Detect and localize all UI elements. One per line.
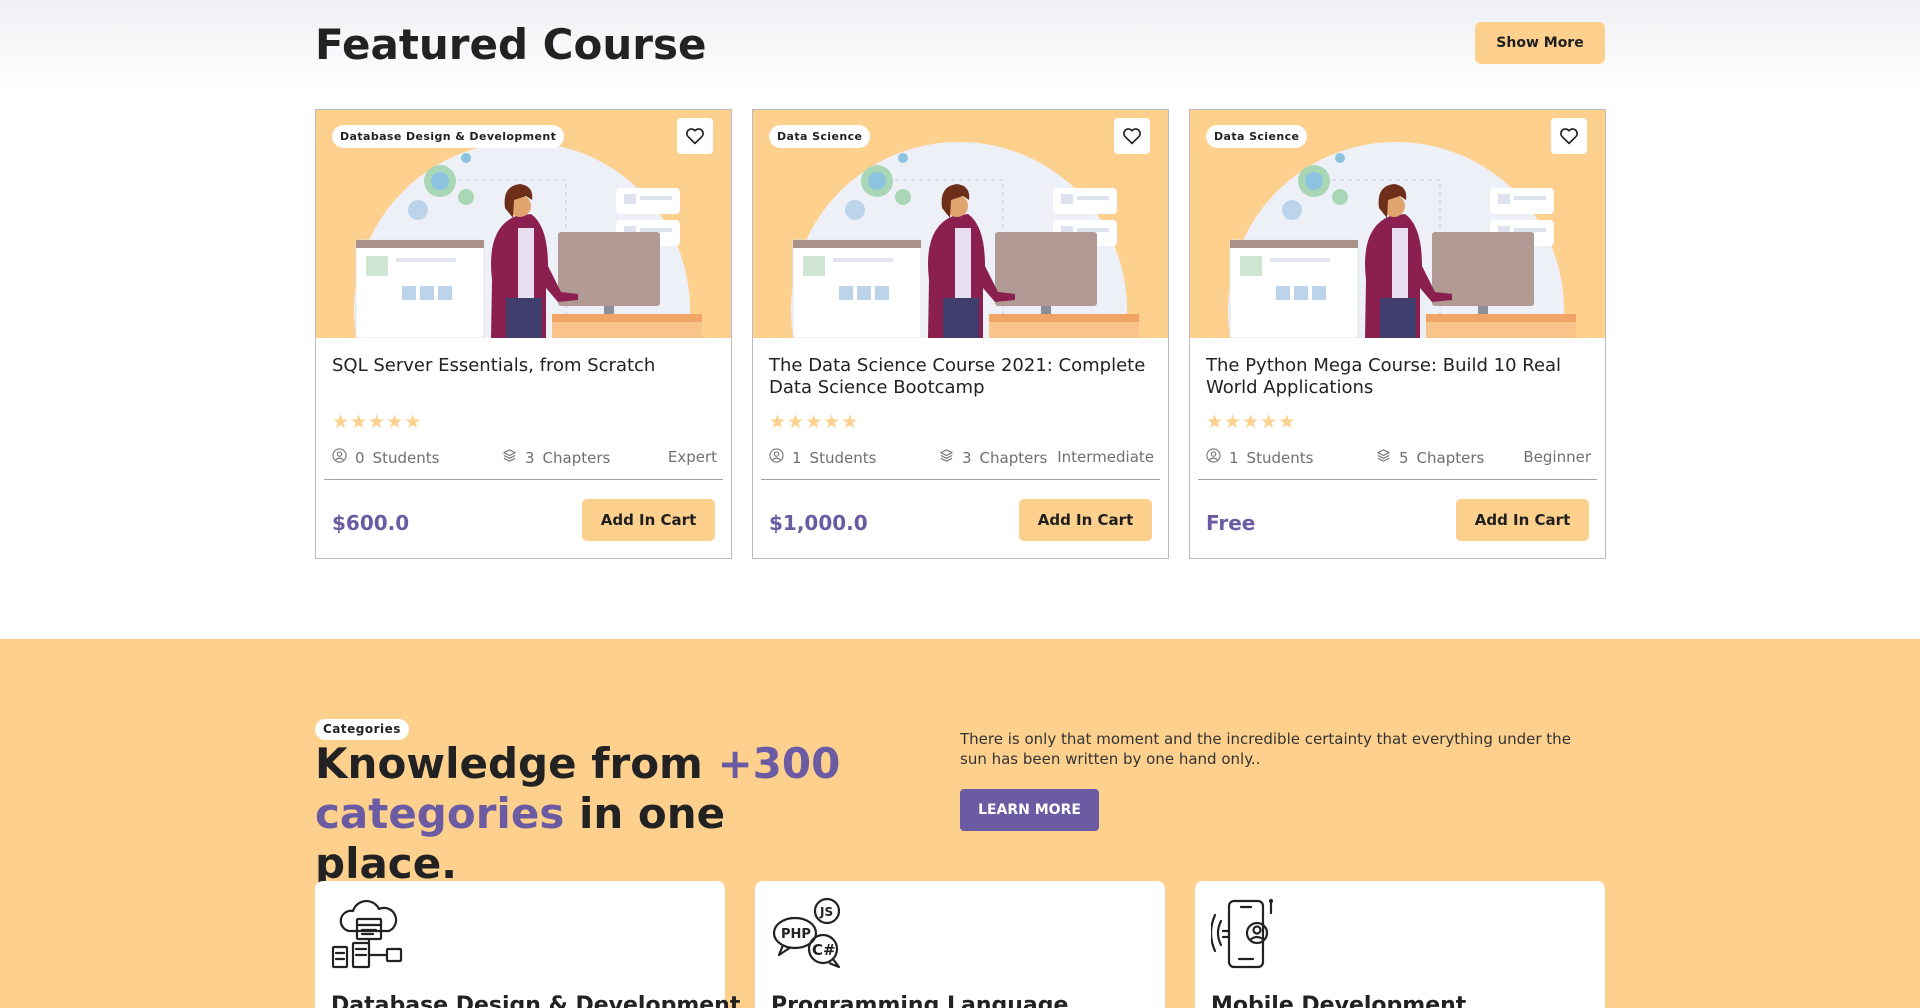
course-price: $600.0 <box>332 511 410 535</box>
students-count: 1 <box>792 448 802 467</box>
featured-header: Featured Course Show More <box>315 14 1605 74</box>
chapters-label: Chapters <box>1416 448 1485 467</box>
star-icon: ★ <box>805 411 823 433</box>
category-label[interactable]: Database Design & Development <box>331 993 740 1008</box>
course-meta: 0 Students 3 Chapters Expert <box>332 448 717 468</box>
star-icon: ★ <box>332 411 350 433</box>
category-card[interactable]: Database Design & Development <box>315 881 740 1008</box>
students-label: Students <box>372 448 440 467</box>
add-to-cart-button[interactable]: Add In Cart <box>1456 499 1589 541</box>
course-cards: Database Design & Development SQL Server… <box>315 109 1606 559</box>
course-card[interactable]: Data Science The Data Science Course 202… <box>752 109 1169 559</box>
star-icon: ★ <box>769 411 787 433</box>
card-divider <box>324 479 723 480</box>
rating-stars: ★ ★ ★ ★ ★ <box>332 412 421 432</box>
star-icon: ★ <box>404 411 422 433</box>
chapters-label: Chapters <box>542 448 611 467</box>
star-icon: ★ <box>1278 411 1296 433</box>
wishlist-heart-icon[interactable] <box>1114 118 1150 154</box>
chapters-count: 5 <box>1399 448 1409 467</box>
students-count: 1 <box>1229 448 1239 467</box>
show-more-button[interactable]: Show More <box>1475 22 1605 64</box>
course-meta: 1 Students 3 Chapters Intermediate <box>769 448 1154 468</box>
add-to-cart-button[interactable]: Add In Cart <box>1019 499 1152 541</box>
rating-stars: ★ ★ ★ ★ ★ <box>1206 412 1295 432</box>
star-icon: ★ <box>823 411 841 433</box>
categories-pill: Categories <box>315 719 409 740</box>
chapters-icon <box>1376 448 1391 467</box>
title-accent: +300 <box>717 739 841 788</box>
star-icon: ★ <box>368 411 386 433</box>
category-label[interactable]: Programming Language <box>771 993 1068 1008</box>
category-card[interactable]: JS PHP C# Programming Language <box>755 881 1165 1008</box>
star-icon: ★ <box>386 411 404 433</box>
add-to-cart-button[interactable]: Add In Cart <box>582 499 715 541</box>
svg-text:C#: C# <box>812 941 836 959</box>
student-icon <box>1206 448 1221 467</box>
wishlist-heart-icon[interactable] <box>677 118 713 154</box>
course-price: Free <box>1206 511 1256 535</box>
rating-stars: ★ ★ ★ ★ ★ <box>769 412 858 432</box>
course-level: Expert <box>667 448 717 466</box>
card-divider <box>1198 479 1597 480</box>
student-icon <box>332 448 347 467</box>
wishlist-heart-icon[interactable] <box>1551 118 1587 154</box>
chapters-label: Chapters <box>979 448 1048 467</box>
course-level: Beginner <box>1523 448 1591 466</box>
students-count: 0 <box>355 448 365 467</box>
course-price: $1,000.0 <box>769 511 868 535</box>
star-icon: ★ <box>1224 411 1242 433</box>
course-category-tag[interactable]: Data Science <box>769 125 871 148</box>
course-category-tag[interactable]: Database Design & Development <box>332 125 565 148</box>
star-icon: ★ <box>1242 411 1260 433</box>
course-title[interactable]: The Python Mega Course: Build 10 Real Wo… <box>1206 355 1591 399</box>
svg-text:PHP: PHP <box>781 927 811 942</box>
course-category-tag[interactable]: Data Science <box>1206 125 1308 148</box>
star-icon: ★ <box>1260 411 1278 433</box>
chapters-icon <box>502 448 517 467</box>
course-card[interactable]: Data Science The Python Mega Course: Bui… <box>1189 109 1606 559</box>
categories-description: There is only that moment and the incred… <box>960 730 1571 768</box>
category-label[interactable]: Mobile Development <box>1211 993 1466 1008</box>
section-title: Featured Course <box>315 20 707 69</box>
chapters-count: 3 <box>525 448 535 467</box>
chapters-count: 3 <box>962 448 972 467</box>
categories-section: Categories Knowledge from +300 categorie… <box>0 639 1920 1008</box>
students-label: Students <box>1246 448 1314 467</box>
svg-text:JS: JS <box>819 905 833 919</box>
star-icon: ★ <box>787 411 805 433</box>
categories-title: Knowledge from +300 categories in one pl… <box>315 739 875 889</box>
star-icon: ★ <box>1206 411 1224 433</box>
course-meta: 1 Students 5 Chapters Beginner <box>1206 448 1591 468</box>
category-card[interactable]: Mobile Development <box>1195 881 1605 1008</box>
course-card[interactable]: Database Design & Development SQL Server… <box>315 109 732 559</box>
course-title[interactable]: SQL Server Essentials, from Scratch <box>332 355 717 377</box>
star-icon: ★ <box>350 411 368 433</box>
students-label: Students <box>809 448 877 467</box>
title-accent: categories <box>315 789 565 838</box>
card-divider <box>761 479 1160 480</box>
course-level: Intermediate <box>1057 448 1154 466</box>
learn-more-button[interactable]: LEARN MORE <box>960 789 1099 831</box>
title-text: Knowledge from <box>315 739 718 788</box>
student-icon <box>769 448 784 467</box>
star-icon: ★ <box>841 411 859 433</box>
course-title[interactable]: The Data Science Course 2021: Complete D… <box>769 355 1154 399</box>
chapters-icon <box>939 448 954 467</box>
